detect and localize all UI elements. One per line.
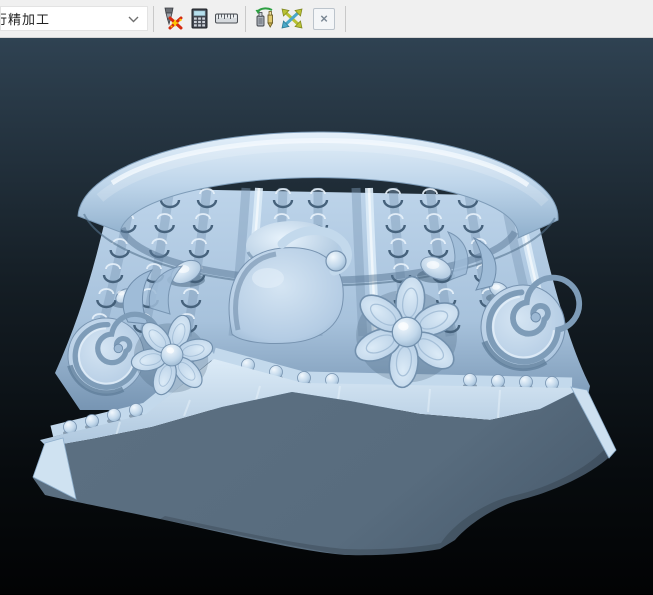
transform-arrows-button[interactable] <box>278 5 305 32</box>
strategy-combobox-value: 行精加工 <box>0 9 50 28</box>
toolbar-separator <box>153 6 154 32</box>
simulate-toolpath-icon <box>161 7 184 30</box>
strategy-combobox[interactable]: 行精加工 <box>0 6 148 31</box>
close-icon: × <box>320 12 328 25</box>
ruler-icon <box>214 7 239 30</box>
chevron-down-icon[interactable] <box>128 10 139 28</box>
tool-change-icon <box>253 7 277 30</box>
close-toolbar-button[interactable]: × <box>313 8 335 30</box>
simulate-toolpath-button[interactable] <box>159 5 186 32</box>
machining-toolbar: 行精加工 <box>0 0 653 38</box>
model-column-capital <box>33 132 616 555</box>
application-window: 行精加工 <box>0 0 653 595</box>
transform-arrows-icon <box>280 7 304 30</box>
model-canvas[interactable] <box>0 38 653 594</box>
toolbar-separator <box>245 6 246 32</box>
calculator-button[interactable] <box>186 5 213 32</box>
ruler-button[interactable] <box>213 5 240 32</box>
calculator-icon <box>188 7 211 30</box>
toolbar-separator <box>345 6 346 32</box>
3d-viewport[interactable] <box>0 38 653 594</box>
tool-change-button[interactable] <box>251 5 278 32</box>
